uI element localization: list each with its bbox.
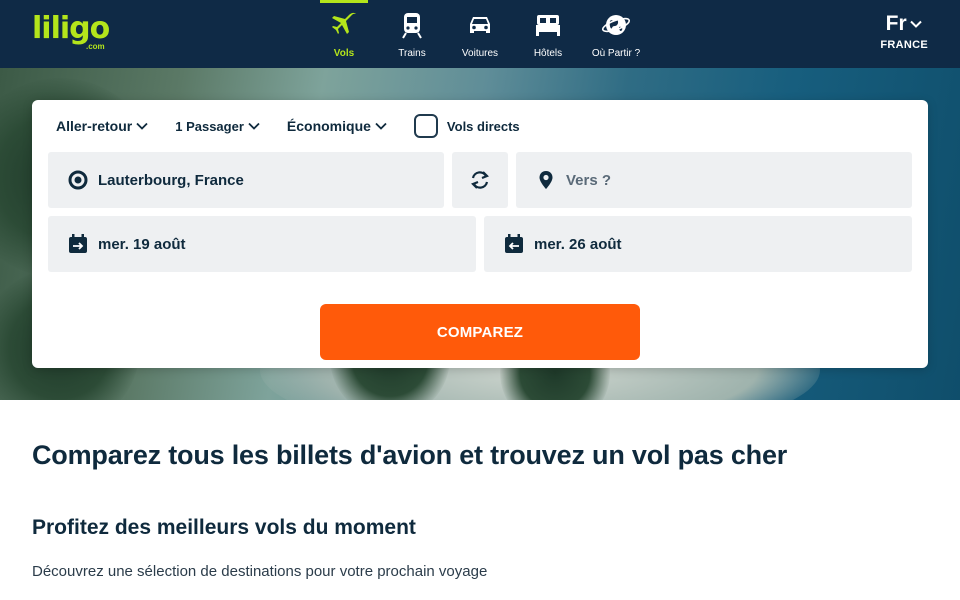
chevron-down-icon xyxy=(375,122,387,130)
nav-item-vols[interactable]: Vols xyxy=(310,0,378,68)
calendar-return-icon xyxy=(505,234,523,253)
cabin-class-label: Économique xyxy=(286,118,371,134)
direct-flights-label: Vols directs xyxy=(446,118,520,134)
trip-type-dropdown[interactable]: Aller-retour xyxy=(56,118,149,134)
search-options: Aller-retour 1 Passager Économique Vols … xyxy=(56,114,520,138)
return-date-field[interactable]: mer. 26 août xyxy=(484,216,912,272)
section-description: Découvrez une sélection de destinations … xyxy=(32,563,488,580)
cabin-class-dropdown[interactable]: Économique xyxy=(287,118,388,134)
passengers-label: 1 Passager xyxy=(175,118,244,134)
liligo-logo[interactable]: liligo .com xyxy=(32,14,112,54)
chevron-down-icon xyxy=(136,122,148,130)
nav-label: Hôtels xyxy=(533,48,563,59)
departure-date-field[interactable]: mer. 19 août xyxy=(48,216,476,272)
passengers-dropdown[interactable]: 1 Passager xyxy=(175,119,261,134)
page-title: Comparez tous les billets d'avion et tro… xyxy=(32,440,788,470)
nav-item-hotels[interactable]: Hôtels xyxy=(514,0,582,68)
chevron-down-icon xyxy=(248,122,260,130)
swap-arrows-icon xyxy=(471,171,489,189)
departure-date-value: mer. 19 août xyxy=(98,235,186,253)
origin-field[interactable]: Lauterbourg, France xyxy=(48,152,444,208)
origin-value: Lauterbourg, France xyxy=(98,171,244,189)
language-code-text: Fr xyxy=(885,12,907,35)
train-icon xyxy=(402,13,422,39)
plane-icon xyxy=(332,12,356,34)
map-pin-icon xyxy=(539,171,553,189)
search-card: Aller-retour 1 Passager Économique Vols … xyxy=(32,100,928,368)
logo-text: liligo xyxy=(32,11,110,46)
language-selector[interactable]: Fr FRANCE xyxy=(880,12,928,51)
direct-flights-checkbox[interactable]: Vols directs xyxy=(413,114,520,138)
nav-item-voitures[interactable]: Voitures xyxy=(446,0,514,68)
globe-icon xyxy=(601,15,631,35)
logo-suffix: .com xyxy=(86,42,105,51)
main-nav: Vols Trains Voitures Hôtels Où Partir ? xyxy=(310,0,650,68)
country-label: FRANCE xyxy=(880,39,928,51)
bed-icon xyxy=(536,15,560,36)
destination-field[interactable]: Vers ? xyxy=(516,152,912,208)
chevron-down-icon xyxy=(909,20,922,28)
nav-label: Où Partir ? xyxy=(591,48,641,59)
compare-button[interactable]: COMPAREZ xyxy=(320,304,640,360)
checkbox-box[interactable] xyxy=(413,114,438,138)
section-title: Profitez des meilleurs vols du moment xyxy=(32,516,416,539)
nav-label: Vols xyxy=(333,48,355,59)
nav-item-trains[interactable]: Trains xyxy=(378,0,446,68)
nav-label: Voitures xyxy=(461,48,499,59)
top-header: liligo .com Vols Trains Voitures Hôtels … xyxy=(0,0,960,68)
return-date-value: mer. 26 août xyxy=(534,235,622,253)
nav-label: Trains xyxy=(398,48,426,59)
car-icon xyxy=(470,17,490,33)
trip-type-label: Aller-retour xyxy=(56,118,133,134)
nav-item-ou-partir[interactable]: Où Partir ? xyxy=(582,0,650,68)
language-code: Fr xyxy=(880,12,928,36)
destination-placeholder: Vers ? xyxy=(566,171,612,189)
calendar-depart-icon xyxy=(69,234,87,253)
swap-locations-button[interactable] xyxy=(452,152,508,208)
origin-circle-icon xyxy=(68,170,88,190)
